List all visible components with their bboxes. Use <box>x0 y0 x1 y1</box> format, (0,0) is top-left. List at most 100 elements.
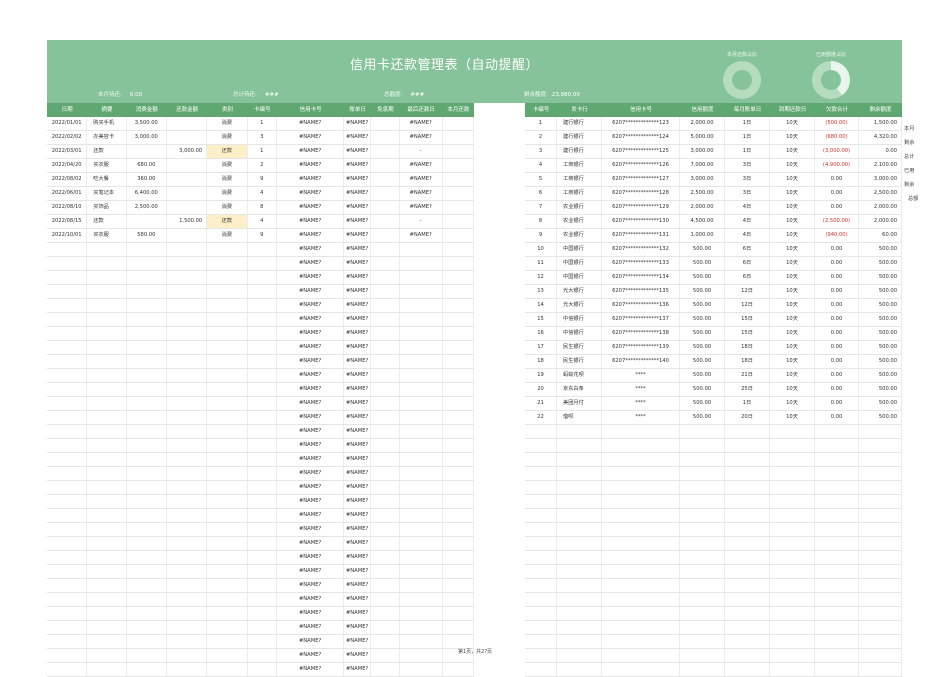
table-cell[interactable]: 建行银行 <box>557 145 602 158</box>
table-cell[interactable]: 2022/10/01 <box>47 229 88 242</box>
table-cell[interactable] <box>127 565 167 578</box>
table-cell[interactable]: 500.00 <box>859 285 902 298</box>
table-cell[interactable]: 10天 <box>770 355 815 368</box>
table-cell[interactable]: #NAME? <box>344 663 372 676</box>
table-cell[interactable]: 21日 <box>725 369 770 382</box>
table-cell[interactable]: #NAME? <box>344 341 372 354</box>
table-cell[interactable]: 500.00 <box>859 383 902 396</box>
table-cell[interactable]: 3,000.00 <box>680 173 725 186</box>
table-cell[interactable]: #NAME? <box>277 663 345 676</box>
table-cell[interactable] <box>248 453 278 466</box>
table-cell[interactable] <box>371 537 400 550</box>
table-cell[interactable] <box>371 663 400 676</box>
table-cell[interactable]: 农业银行 <box>557 229 602 242</box>
table-cell[interactable] <box>127 453 167 466</box>
table-cell[interactable]: 购买手机 <box>87 117 127 130</box>
table-cell[interactable]: 12日 <box>725 299 770 312</box>
table-cell[interactable]: #NAME? <box>400 201 443 214</box>
table-cell[interactable] <box>127 579 167 592</box>
table-cell[interactable]: 10天 <box>770 257 815 270</box>
table-cell[interactable] <box>167 313 208 326</box>
table-cell[interactable] <box>87 495 127 508</box>
table-cell[interactable] <box>207 383 248 396</box>
table-cell[interactable]: #NAME? <box>277 355 345 368</box>
table-cell[interactable] <box>167 285 208 298</box>
table-cell[interactable]: 2 <box>525 131 557 144</box>
table-cell[interactable] <box>525 467 557 480</box>
table-cell[interactable] <box>443 173 474 186</box>
table-cell[interactable] <box>557 537 602 550</box>
table-cell[interactable] <box>127 397 167 410</box>
table-cell[interactable] <box>557 523 602 536</box>
table-cell[interactable] <box>127 271 167 284</box>
table-cell[interactable] <box>47 551 88 564</box>
table-cell[interactable]: #NAME? <box>277 621 345 634</box>
table-cell[interactable] <box>770 523 815 536</box>
table-cell[interactable]: #NAME? <box>277 369 345 382</box>
table-cell[interactable] <box>770 537 815 550</box>
table-cell[interactable] <box>47 299 88 312</box>
table-cell[interactable]: 蚂蚁花呗 <box>557 369 602 382</box>
table-cell[interactable] <box>248 621 278 634</box>
table-cell[interactable]: 360.00 <box>127 173 167 186</box>
table-cell[interactable]: 500.00 <box>859 257 902 270</box>
table-cell[interactable] <box>371 299 400 312</box>
table-cell[interactable] <box>167 271 208 284</box>
table-cell[interactable] <box>725 551 770 564</box>
table-cell[interactable] <box>127 439 167 452</box>
table-cell[interactable] <box>47 285 88 298</box>
table-cell[interactable]: 0.00 <box>815 173 859 186</box>
table-cell[interactable]: 8 <box>525 215 557 228</box>
table-cell[interactable] <box>127 509 167 522</box>
table-cell[interactable]: 4,500.00 <box>680 215 725 228</box>
table-cell[interactable] <box>525 593 557 606</box>
table-cell[interactable] <box>207 663 248 676</box>
table-cell[interactable] <box>770 481 815 494</box>
table-cell[interactable] <box>207 243 248 256</box>
table-cell[interactable] <box>47 257 88 270</box>
table-cell[interactable] <box>167 663 208 676</box>
table-cell[interactable] <box>815 495 859 508</box>
table-cell[interactable]: 580.00 <box>127 229 167 242</box>
table-cell[interactable]: 中国银行 <box>557 243 602 256</box>
table-cell[interactable] <box>680 439 725 452</box>
table-cell[interactable] <box>443 663 474 676</box>
table-cell[interactable]: 3,000.00 <box>167 145 208 158</box>
table-cell[interactable] <box>167 173 208 186</box>
table-cell[interactable] <box>443 285 474 298</box>
table-cell[interactable]: 500.00 <box>859 327 902 340</box>
table-cell[interactable]: 9 <box>248 173 278 186</box>
table-cell[interactable]: 建行银行 <box>557 131 602 144</box>
table-cell[interactable] <box>248 467 278 480</box>
table-cell[interactable] <box>859 425 902 438</box>
table-cell[interactable]: #NAME? <box>400 229 443 242</box>
table-cell[interactable] <box>443 579 474 592</box>
table-cell[interactable] <box>815 607 859 620</box>
table-cell[interactable]: 14 <box>525 299 557 312</box>
table-cell[interactable] <box>525 635 557 648</box>
table-cell[interactable]: 13 <box>525 285 557 298</box>
table-cell[interactable]: 10天 <box>770 187 815 200</box>
table-cell[interactable] <box>371 341 400 354</box>
table-cell[interactable] <box>47 369 88 382</box>
table-cell[interactable]: 500.00 <box>859 369 902 382</box>
table-cell[interactable] <box>87 299 127 312</box>
table-cell[interactable] <box>87 425 127 438</box>
table-cell[interactable]: 19 <box>525 369 557 382</box>
table-cell[interactable] <box>87 621 127 634</box>
table-cell[interactable] <box>207 551 248 564</box>
table-cell[interactable]: #NAME? <box>277 593 345 606</box>
table-cell[interactable]: 0.00 <box>815 397 859 410</box>
table-cell[interactable] <box>725 467 770 480</box>
table-cell[interactable]: 3,000.00 <box>859 173 902 186</box>
table-cell[interactable]: #NAME? <box>344 607 372 620</box>
table-cell[interactable] <box>248 551 278 564</box>
table-cell[interactable] <box>443 313 474 326</box>
table-cell[interactable] <box>815 523 859 536</box>
table-cell[interactable]: 2022/01/01 <box>47 117 88 130</box>
table-cell[interactable] <box>127 621 167 634</box>
table-cell[interactable]: 6日 <box>725 257 770 270</box>
table-cell[interactable] <box>680 425 725 438</box>
table-cell[interactable] <box>815 453 859 466</box>
table-cell[interactable] <box>248 411 278 424</box>
